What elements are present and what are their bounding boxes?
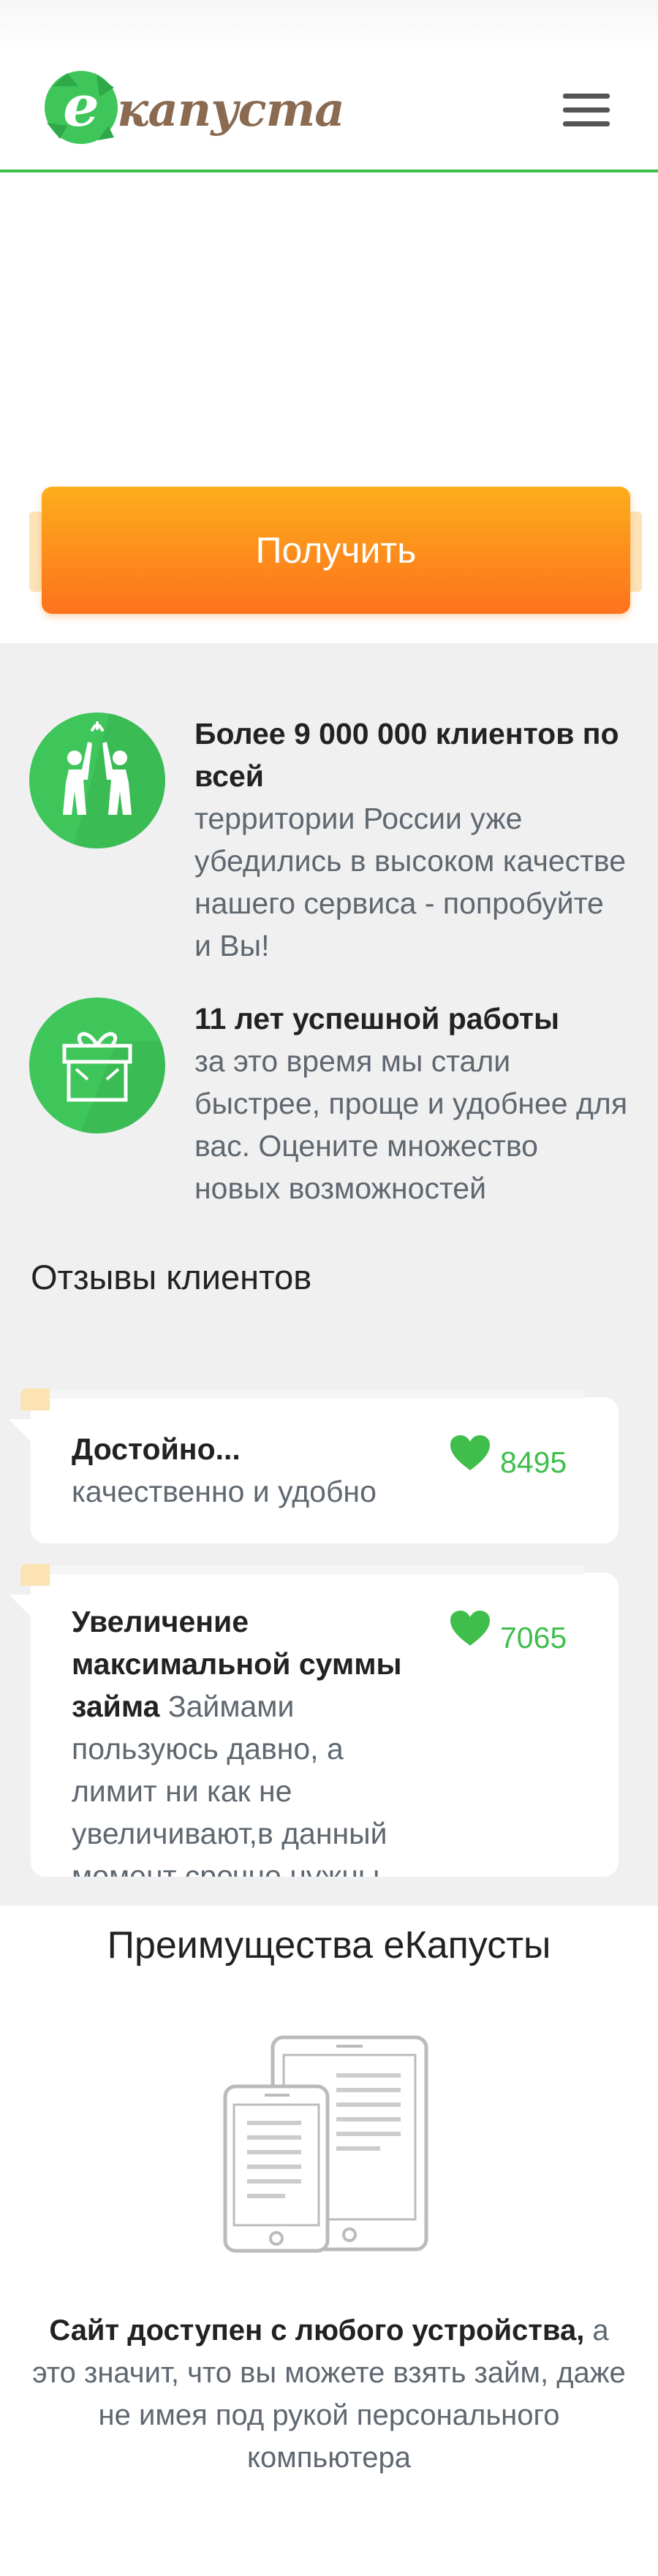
review-likes[interactable]: 8495 <box>449 1434 567 1480</box>
reviews-heading: Отзывы клиентов <box>31 1258 312 1296</box>
feature-clients: Более 9 000 000 клиентов по всей террито… <box>29 713 629 967</box>
cta-glow-left <box>29 512 42 592</box>
site-header: е капуста <box>0 0 658 174</box>
logo-text: капуста <box>117 82 345 137</box>
likes-count: 8495 <box>500 1445 567 1479</box>
ekapusta-logo[interactable]: е капуста <box>38 64 345 151</box>
advantages-description: Сайт доступен с любого устройства, а это… <box>29 2309 629 2479</box>
review-likes[interactable]: 7065 <box>449 1609 567 1655</box>
review-text: качественно и удобно <box>72 1475 377 1508</box>
feature-years: 11 лет успешной работы за это время мы с… <box>29 998 629 1209</box>
review-card[interactable]: Увеличение максимальной суммы займа Займ… <box>9 1564 619 1877</box>
header-divider <box>0 170 658 172</box>
advantages-heading: Преимущества еКапусты <box>107 1924 551 1967</box>
heart-icon <box>450 1435 490 1470</box>
feature-clients-description: территории России уже убедились в высоко… <box>194 802 627 962</box>
review-title: Достойно... <box>72 1432 241 1466</box>
cta-glow-right <box>629 512 642 592</box>
feature-years-description: за это время мы стали быстрее, проще и у… <box>194 1044 628 1205</box>
hamburger-menu-icon[interactable] <box>563 94 614 134</box>
header-top-shade <box>0 0 658 51</box>
feature-clients-title: Более 9 000 000 клиентов по всей <box>194 717 619 793</box>
review-card[interactable]: Достойно... качественно и удобно 8495 <box>9 1388 619 1543</box>
devices-icon <box>219 2032 439 2258</box>
get-loan-button[interactable]: Получить <box>42 487 630 614</box>
logo-letter: е <box>63 73 99 140</box>
cta-section: Получить <box>0 460 658 643</box>
gift-icon <box>29 998 165 1133</box>
heart-icon <box>450 1611 490 1646</box>
advantages-text-bold: Сайт доступен с любого устройства, <box>49 2314 585 2347</box>
likes-count: 7065 <box>500 1621 567 1654</box>
hero-area <box>0 174 658 460</box>
feature-years-title: 11 лет успешной работы <box>194 1002 559 1036</box>
high-five-icon <box>29 713 165 848</box>
logo-cabbage-icon: е <box>38 64 124 151</box>
